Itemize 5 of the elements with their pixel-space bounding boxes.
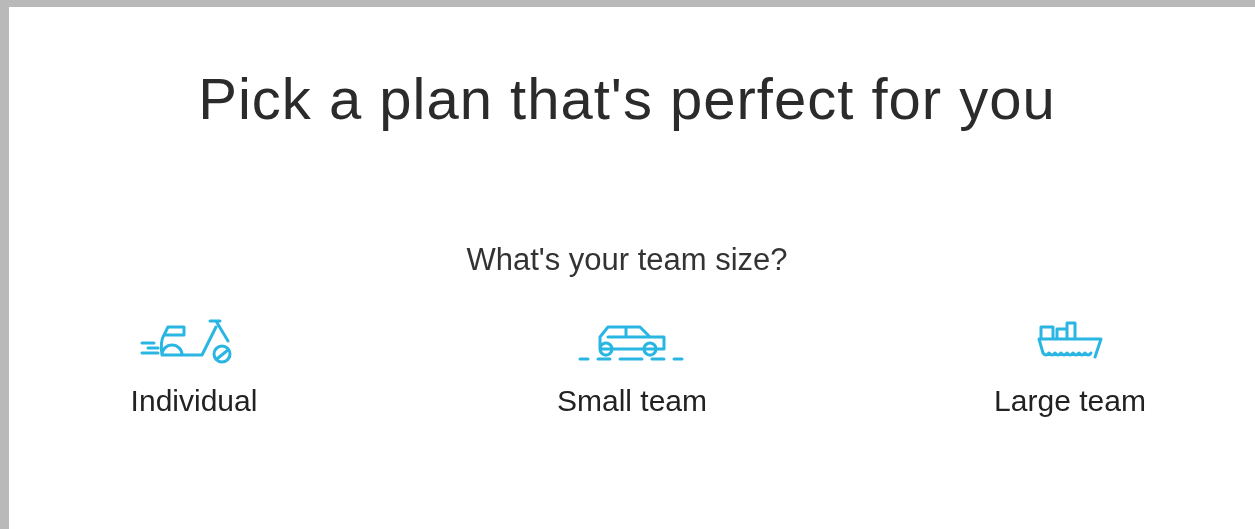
plan-option-label[interactable]: Individual [130,384,258,418]
team-size-question: What's your team size? [466,242,788,278]
plan-option-label[interactable]: Small team [556,384,707,418]
page-title: Pick a plan that's perfect for you [198,65,1056,132]
plan-option-label[interactable]: Large team [994,384,1146,418]
